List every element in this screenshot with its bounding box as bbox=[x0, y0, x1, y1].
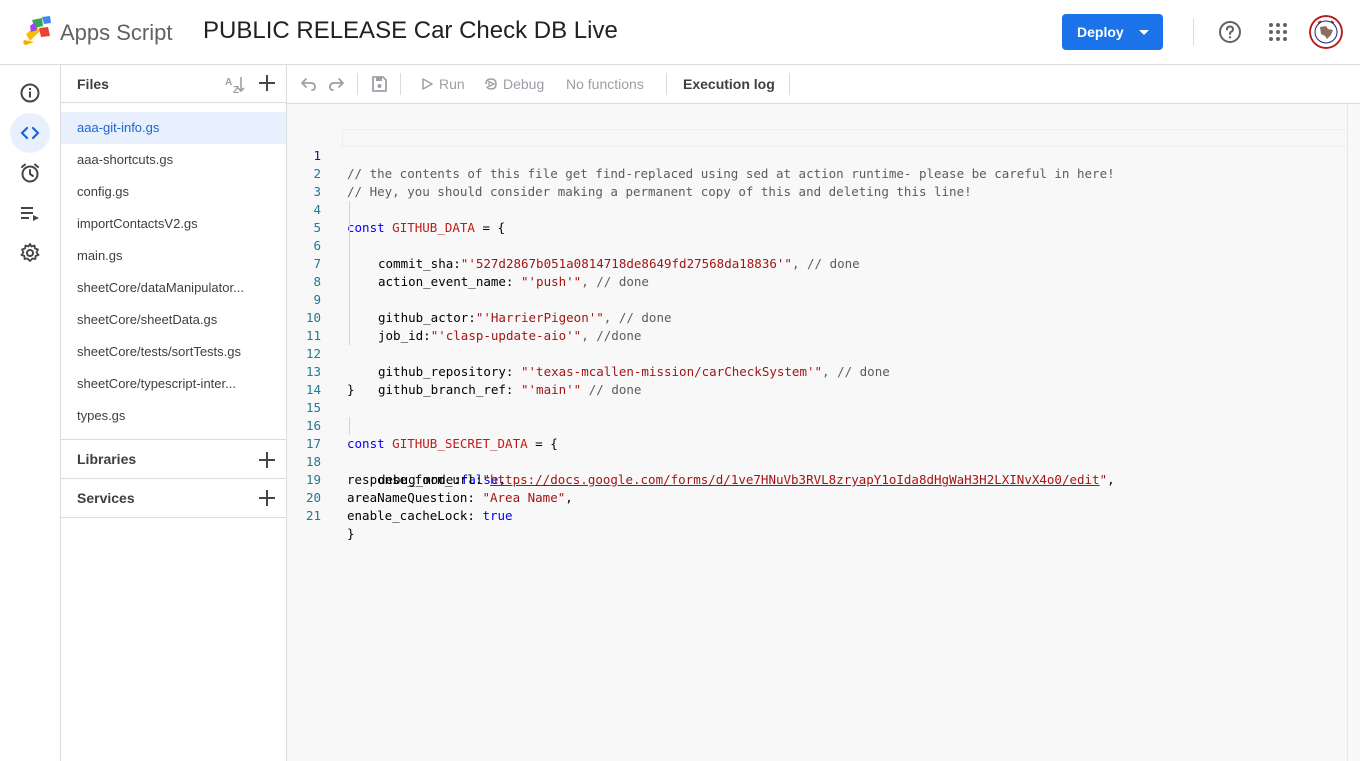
add-library-icon[interactable] bbox=[257, 450, 277, 470]
libraries-section-header[interactable]: Libraries bbox=[61, 439, 287, 479]
toolbar-divider bbox=[400, 73, 401, 95]
code-line: 6 action_event_name: "'push'", // done bbox=[287, 219, 1347, 289]
play-icon bbox=[422, 78, 433, 90]
info-icon bbox=[20, 83, 40, 103]
google-apps-icon[interactable] bbox=[1268, 22, 1288, 42]
code-line: 12 github_branch_ref: "'main'" // done bbox=[287, 327, 1347, 397]
code-boolean: true bbox=[482, 508, 513, 523]
code-line: 13 } bbox=[287, 345, 1347, 397]
file-item[interactable]: sheetCore/sheetData.gs bbox=[61, 304, 286, 336]
debug-label: Debug bbox=[503, 76, 545, 92]
indent-guide bbox=[349, 255, 350, 273]
toolbar-divider bbox=[357, 73, 358, 95]
code-line: 19 areaNameQuestion: "Area Name", bbox=[287, 453, 1347, 505]
code-editor[interactable]: 1 // the contents of this file get find-… bbox=[287, 104, 1360, 761]
code-line: 15 bbox=[287, 381, 1347, 415]
account-avatar[interactable] bbox=[1309, 15, 1343, 49]
debug-icon bbox=[485, 78, 497, 90]
code-line: 3 bbox=[287, 165, 1347, 199]
code-line: 2 // Hey, you should consider making a p… bbox=[287, 147, 1347, 199]
app-name[interactable]: Apps Script bbox=[60, 20, 173, 46]
alarm-clock-icon bbox=[21, 163, 39, 183]
toolbar-divider bbox=[789, 73, 790, 95]
deploy-button[interactable]: Deploy bbox=[1062, 14, 1163, 50]
files-section-header: Files A Z bbox=[61, 65, 287, 103]
add-service-icon[interactable] bbox=[257, 488, 277, 508]
save-icon[interactable] bbox=[370, 75, 388, 93]
file-item[interactable]: types.gs bbox=[61, 400, 286, 432]
settings-nav-button[interactable] bbox=[10, 233, 50, 273]
indent-guide bbox=[349, 291, 350, 309]
sort-az-icon[interactable]: A Z bbox=[224, 74, 246, 94]
code-line: 5 commit_sha:"'527d2867b051a0814718de864… bbox=[287, 201, 1347, 271]
libraries-label: Libraries bbox=[77, 451, 137, 467]
left-nav-rail bbox=[0, 65, 61, 761]
file-item[interactable]: main.gs bbox=[61, 240, 286, 272]
file-item[interactable]: sheetCore/dataManipulator... bbox=[61, 272, 286, 304]
file-item[interactable]: importContactsV2.gs bbox=[61, 208, 286, 240]
code-line: 11 github_repository: "'texas-mcallen-mi… bbox=[287, 309, 1347, 379]
editor-toolbar: Run Debug No functions Execution log bbox=[287, 65, 1360, 104]
code-icon bbox=[20, 126, 40, 140]
executions-nav-button[interactable] bbox=[10, 193, 50, 233]
run-label: Run bbox=[439, 76, 465, 92]
undo-icon[interactable] bbox=[300, 75, 318, 93]
code-line: 18 response_form_url:"https://docs.googl… bbox=[287, 435, 1347, 487]
header-divider bbox=[1193, 18, 1194, 46]
gear-icon bbox=[20, 243, 40, 262]
project-title[interactable]: PUBLIC RELEASE Car Check DB Live bbox=[203, 17, 618, 45]
executions-list-icon bbox=[21, 207, 39, 221]
file-item[interactable]: aaa-shortcuts.gs bbox=[61, 144, 286, 176]
file-item[interactable]: config.gs bbox=[61, 176, 286, 208]
help-icon[interactable] bbox=[1217, 19, 1243, 45]
code-line: 17 debug_mode:false, bbox=[287, 417, 1347, 487]
indent-guide bbox=[349, 309, 350, 327]
apps-script-logo[interactable] bbox=[20, 14, 56, 48]
code-line: 10 bbox=[287, 291, 1347, 325]
code-line: 7 bbox=[287, 237, 1347, 271]
indent-guide bbox=[349, 273, 350, 291]
top-app-bar: Apps Script PUBLIC RELEASE Car Check DB … bbox=[0, 0, 1360, 65]
files-header-label: Files bbox=[77, 76, 109, 92]
file-item[interactable]: sheetCore/typescript-inter... bbox=[61, 368, 286, 400]
code-line: 1 // the contents of this file get find-… bbox=[287, 129, 1347, 181]
editor-nav-button[interactable] bbox=[10, 113, 50, 153]
indent-guide bbox=[349, 237, 350, 255]
indent-guide bbox=[349, 327, 350, 345]
add-file-icon[interactable] bbox=[257, 73, 277, 93]
files-panel: Files A Z aaa-git-info.gs aaa-shortcuts.… bbox=[61, 65, 287, 761]
code-line: 8 github_actor:"'HarrierPigeon'", // don… bbox=[287, 255, 1347, 325]
editor-scrollbar[interactable] bbox=[1347, 104, 1360, 761]
deploy-button-label: Deploy bbox=[1077, 24, 1124, 40]
toolbar-divider bbox=[666, 73, 667, 95]
code-line: 21 } bbox=[287, 489, 1347, 541]
code-key: enable_cacheLock: bbox=[347, 508, 483, 523]
code-line: 14 bbox=[287, 363, 1347, 397]
indent-guide bbox=[349, 219, 350, 237]
code-line: 4 const GITHUB_DATA = { bbox=[287, 183, 1347, 235]
code-line: 16 const GITHUB_SECRET_DATA = { bbox=[287, 399, 1347, 451]
code-line: 9 job_id:"'clasp-update-aio'", //done bbox=[287, 273, 1347, 343]
execution-log-button[interactable]: Execution log bbox=[683, 76, 775, 92]
redo-icon[interactable] bbox=[327, 75, 345, 93]
svg-text:A: A bbox=[225, 77, 232, 88]
triggers-nav-button[interactable] bbox=[10, 153, 50, 193]
services-label: Services bbox=[77, 490, 135, 506]
code-line: 20 enable_cacheLock: true bbox=[287, 471, 1347, 523]
svg-text:Z: Z bbox=[233, 85, 239, 94]
file-item[interactable]: sheetCore/tests/sortTests.gs bbox=[61, 336, 286, 368]
indent-guide bbox=[349, 417, 350, 435]
function-select[interactable]: No functions bbox=[566, 76, 644, 92]
line-number: 21 bbox=[305, 508, 321, 523]
code-text: } bbox=[347, 526, 355, 541]
file-item[interactable]: aaa-git-info.gs bbox=[61, 112, 286, 144]
indent-guide bbox=[349, 201, 350, 219]
overview-nav-button[interactable] bbox=[10, 73, 50, 113]
chevron-down-icon bbox=[1139, 30, 1149, 35]
services-section-header[interactable]: Services bbox=[61, 479, 287, 518]
